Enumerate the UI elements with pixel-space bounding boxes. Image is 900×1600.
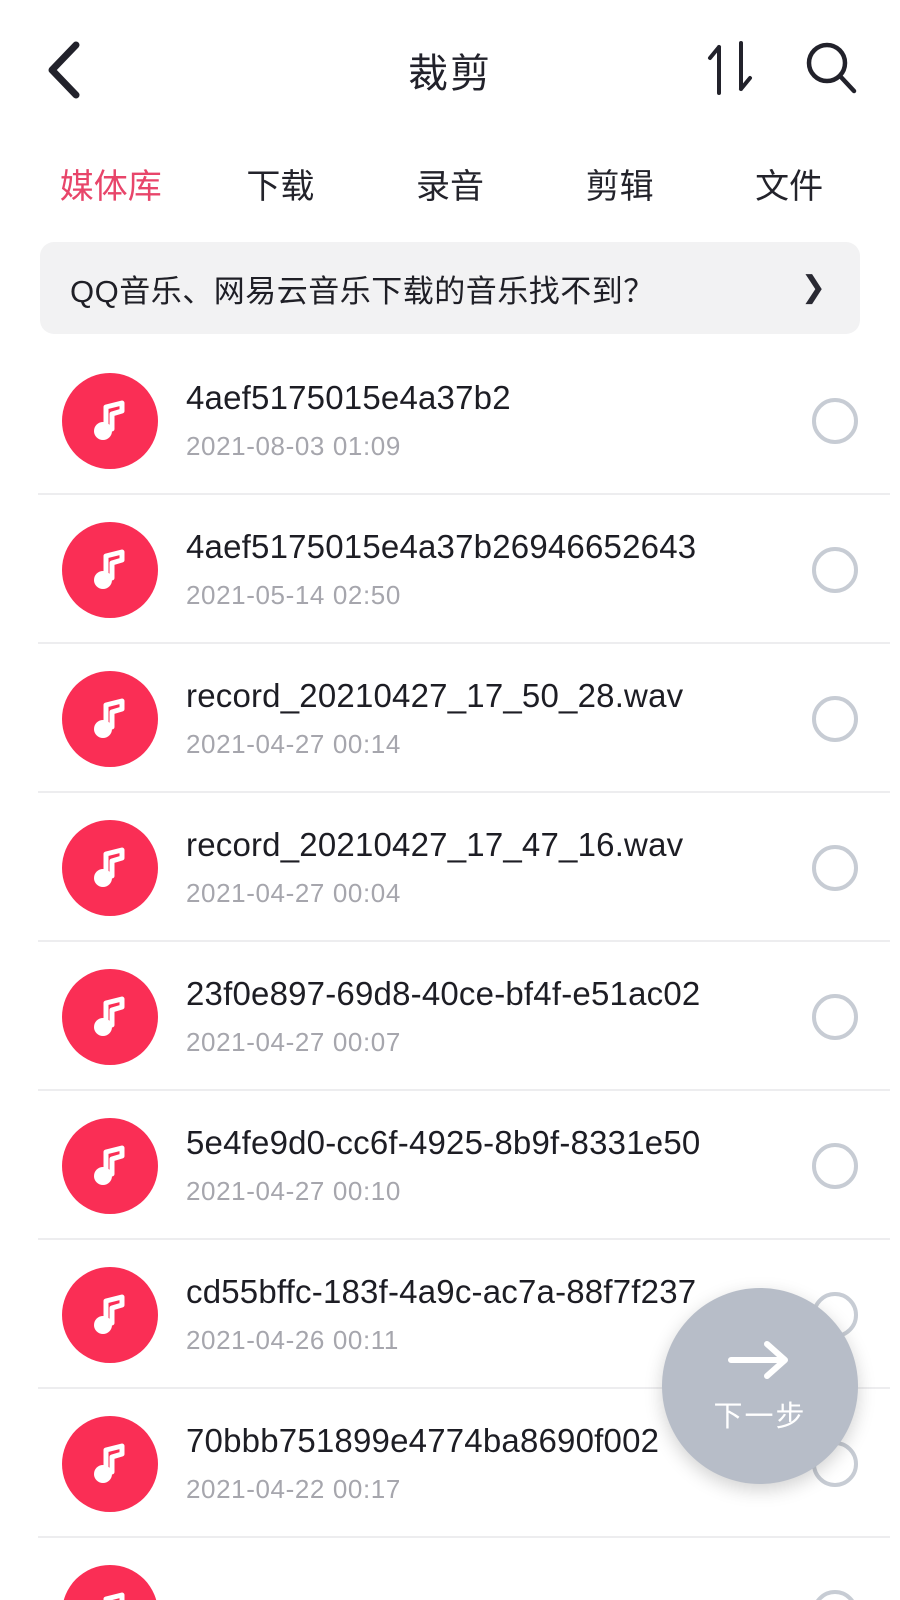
sort-button[interactable] [702, 39, 760, 101]
list-item-title: record_20210427_17_47_16.wav [186, 826, 684, 863]
music-note-icon [62, 1266, 158, 1363]
list-item-body: record_20210427_17_47_16.wav 2021-04-27 … [158, 826, 812, 909]
music-note-icon [62, 521, 158, 618]
list-item-checkbox[interactable] [812, 844, 858, 891]
next-step-label: 下一步 [713, 1400, 807, 1433]
list-item-meta: 2021-08-03 01:09 [186, 431, 401, 461]
list-item-meta: 2021-04-27 00:10 [186, 1176, 401, 1206]
sort-arrows-icon [705, 39, 757, 102]
list-item-checkbox[interactable] [812, 695, 858, 742]
list-item[interactable]: 5e4fe9d0-cc6f-4925-8b9f-8331e50 2021-04-… [0, 1091, 900, 1240]
header-actions [702, 39, 860, 101]
chevron-right-icon: ❯ [800, 271, 826, 304]
music-note-icon [62, 1117, 158, 1214]
tab-files[interactable]: 文件 [704, 159, 874, 208]
music-note-icon [62, 1564, 158, 1600]
list-item[interactable]: 4aef5175015e4a37b26946652643 2021-05-14 … [0, 495, 900, 644]
tab-download[interactable]: 下载 [196, 159, 366, 208]
music-note-icon [62, 1415, 158, 1512]
list-item[interactable]: record_20210427_17_50_28.wav 2021-04-27 … [0, 644, 900, 793]
list-item-meta: 2021-05-14 02:50 [186, 580, 401, 610]
search-icon [803, 39, 859, 102]
back-button[interactable] [42, 34, 106, 106]
arrow-right-icon [725, 1338, 795, 1387]
app-screen: 裁剪 媒体库 下载 录音 剪辑 文件 QQ音乐、网易云音乐下载的音乐找不到？ ❯… [0, 0, 900, 1600]
music-note-icon [62, 968, 158, 1065]
list-item-checkbox[interactable] [812, 1142, 858, 1189]
tab-media-library[interactable]: 媒体库 [26, 159, 196, 208]
list-item-checkbox[interactable] [812, 993, 858, 1040]
list-item-title: 23f0e897-69d8-40ce-bf4f-e51ac02 [186, 975, 701, 1012]
tab-recording[interactable]: 录音 [365, 159, 535, 208]
list-item-meta: 2021-04-27 00:04 [186, 878, 401, 908]
music-note-icon [62, 670, 158, 767]
search-button[interactable] [802, 39, 860, 101]
next-step-fab[interactable]: 下一步 [662, 1288, 858, 1484]
list-item-title: 5e4fe9d0-cc6f-4925-8b9f-8331e50 [186, 1124, 701, 1161]
help-banner[interactable]: QQ音乐、网易云音乐下载的音乐找不到？ ❯ [40, 242, 860, 334]
list-item-meta: 2021-04-22 00:17 [186, 1474, 401, 1504]
music-note-icon [62, 819, 158, 916]
list-item[interactable]: 23f0e897-69d8-40ce-bf4f-e51ac02 2021-04-… [0, 942, 900, 1091]
list-item[interactable]: record_20210427_17_47_16.wav 2021-04-27 … [0, 793, 900, 942]
tab-edit[interactable]: 剪辑 [535, 159, 705, 208]
list-item-checkbox[interactable] [812, 397, 858, 444]
list-item-meta: 2021-04-27 00:07 [186, 1027, 401, 1057]
list-item-body: record_20210427_17_50_28.wav 2021-04-27 … [158, 677, 812, 760]
list-item-meta: 2021-04-27 00:14 [186, 729, 401, 759]
help-banner-text: QQ音乐、网易云音乐下载的音乐找不到？ [70, 273, 655, 309]
music-note-icon [62, 372, 158, 469]
list-item-body: 4aef5175015e4a37b2 2021-08-03 01:09 [158, 379, 812, 462]
app-header: 裁剪 [0, 0, 900, 140]
list-item-checkbox[interactable] [812, 546, 858, 593]
list-item-title: 4aef5175015e4a37b2 [186, 379, 511, 416]
list-item-body: 5e4fe9d0-cc6f-4925-8b9f-8331e50 2021-04-… [158, 1124, 812, 1207]
list-item-body: 23f0e897-69d8-40ce-bf4f-e51ac02 2021-04-… [158, 975, 812, 1058]
chevron-left-icon [42, 39, 88, 101]
list-item[interactable] [0, 1538, 900, 1600]
list-item-checkbox[interactable] [812, 1589, 858, 1600]
list-item-title: record_20210427_17_50_28.wav [186, 677, 684, 714]
tab-bar: 媒体库 下载 录音 剪辑 文件 [0, 140, 900, 226]
list-item-body: 4aef5175015e4a37b26946652643 2021-05-14 … [158, 528, 812, 611]
list-item[interactable]: 4aef5175015e4a37b2 2021-08-03 01:09 [0, 346, 900, 495]
list-item-title: 4aef5175015e4a37b26946652643 [186, 528, 697, 565]
list-item-title: cd55bffc-183f-4a9c-ac7a-88f7f237 [186, 1273, 697, 1310]
